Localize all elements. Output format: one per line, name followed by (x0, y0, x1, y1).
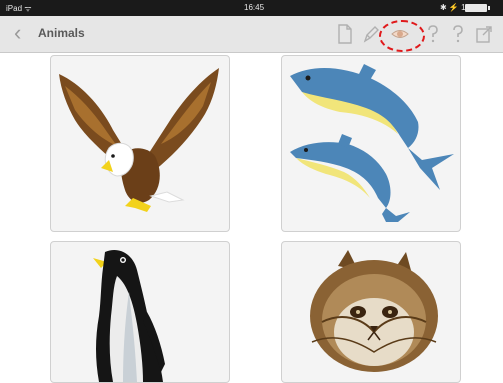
status-bar: iPad ᯤ 16:45 ✱ ⚡ 15% (0, 0, 503, 16)
carrier-label: iPad ᯤ (6, 4, 32, 13)
tile-cat[interactable] (281, 241, 461, 383)
chevron-left-icon[interactable]: ‹ (14, 21, 21, 45)
document-icon[interactable] (335, 23, 355, 45)
eagle-image (59, 68, 219, 212)
tile-eagle[interactable] (50, 55, 230, 232)
tile-penguin[interactable] (50, 241, 230, 383)
battery-icon (465, 4, 490, 12)
eye-icon-highlight (379, 20, 425, 52)
tile-dolphins[interactable] (281, 55, 461, 232)
help-icon[interactable] (448, 23, 468, 45)
picture-grid (0, 53, 503, 383)
pencil-icon[interactable] (361, 23, 381, 45)
penguin-image (93, 250, 165, 382)
share-icon[interactable] (474, 23, 494, 45)
nav-bar: ‹ Animals (0, 16, 503, 53)
dolphins-image (290, 64, 454, 222)
clock-label: 16:45 (244, 3, 265, 12)
help-icon[interactable] (423, 23, 443, 45)
page-title: Animals (38, 26, 85, 40)
cat-image (310, 250, 438, 372)
